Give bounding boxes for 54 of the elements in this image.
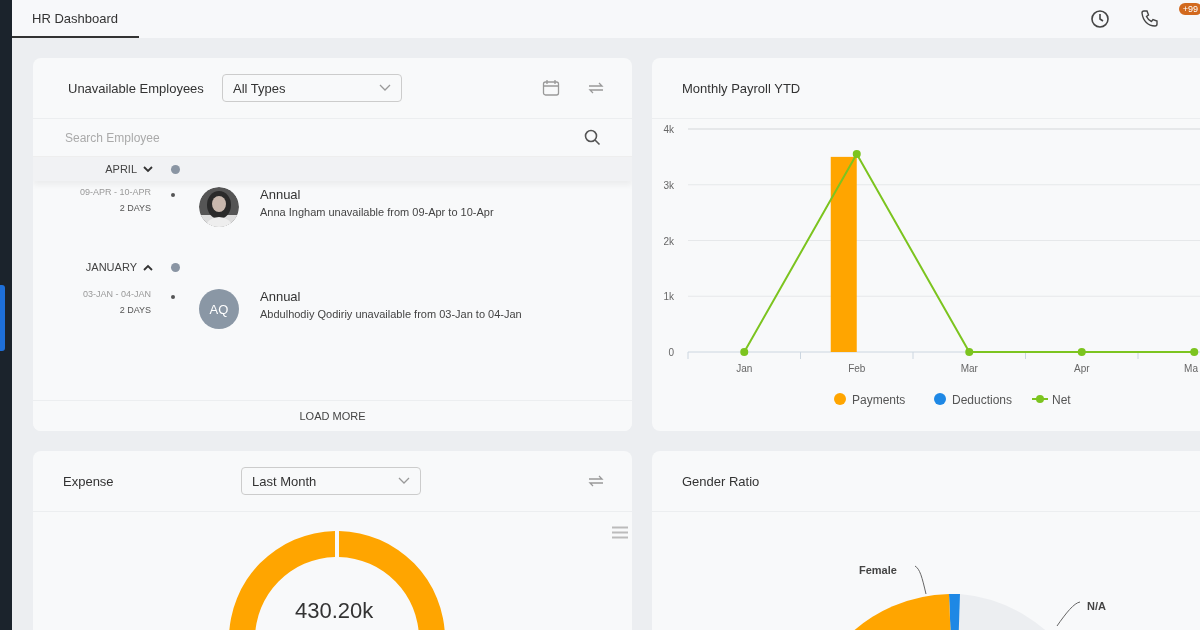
avatar: AQ: [199, 289, 239, 329]
phone-icon[interactable]: [1140, 9, 1160, 29]
search-icon[interactable]: [584, 129, 601, 146]
legend-label: Net: [1052, 393, 1072, 407]
date-range: 09-APR - 10-APR: [79, 187, 151, 197]
day-count: 2 DAYS: [119, 203, 151, 213]
dashboard-tab[interactable]: HR Dashboard: [12, 0, 139, 38]
month-toggle[interactable]: JANUARY: [85, 261, 137, 273]
leave-type: Annual: [260, 187, 302, 202]
timeline-dot: [170, 262, 180, 272]
legend-item[interactable]: Net: [1031, 393, 1071, 407]
notification-badge: +99: [1178, 3, 1200, 15]
timeline-dot: [170, 164, 180, 174]
axis-label: Apr: [1073, 363, 1090, 374]
card-title: Gender Ratio: [682, 473, 760, 489]
leave-description: Abdulhodiy Qodiriy unavailable from 03-Jan to 04-Jan: [260, 308, 522, 320]
axis-label: Ma: [1184, 363, 1198, 374]
slice-label: Female: [859, 564, 897, 576]
axis-label: 2k: [663, 235, 674, 247]
legend-label: Payments: [852, 393, 906, 407]
leader-line: [914, 565, 928, 595]
month-toggle[interactable]: APRIL: [105, 163, 137, 175]
axis-label: Mar: [960, 363, 978, 374]
search-field[interactable]: Search Employee: [63, 129, 584, 146]
clock-icon[interactable]: [1090, 9, 1110, 29]
leader-line: [1056, 601, 1081, 627]
timeline-dot: [171, 193, 175, 197]
leave-type: Annual: [260, 289, 302, 304]
total-value: 430.20k: [295, 598, 374, 624]
legend-item[interactable]: Payments: [834, 393, 906, 407]
card-title: Unavailable Employees: [68, 80, 205, 96]
axis-label: 0: [668, 347, 674, 358]
legend-item[interactable]: Deductions: [934, 393, 1013, 407]
axis-label: 1k: [663, 291, 674, 303]
type-dropdown[interactable]: All Types: [222, 74, 402, 102]
slice-label: N/A: [1087, 600, 1106, 612]
period-dropdown[interactable]: Last Month: [241, 467, 421, 495]
chevron-icon[interactable]: [143, 263, 153, 271]
day-count: 2 DAYS: [119, 305, 151, 315]
chevron-icon: [398, 477, 410, 485]
axis-label: 3k: [663, 179, 674, 191]
legend-label: Deductions: [952, 393, 1013, 407]
calendar-icon[interactable]: [542, 79, 560, 97]
active-indicator: [0, 285, 5, 351]
chevron-icon[interactable]: [143, 165, 153, 173]
chevron-icon: [379, 84, 391, 92]
date-range: 03-JAN - 04-JAN: [82, 289, 151, 299]
card-title: Monthly Payroll YTD: [682, 80, 801, 96]
axis-label: 4k: [663, 124, 674, 135]
timeline-dot: [171, 295, 175, 299]
card-title: Expense: [63, 473, 115, 489]
axis-label: Feb: [848, 363, 866, 374]
leave-description: Anna Ingham unavailable from 09-Apr to 10-Apr: [260, 206, 494, 218]
axis-label: Jan: [736, 363, 753, 374]
